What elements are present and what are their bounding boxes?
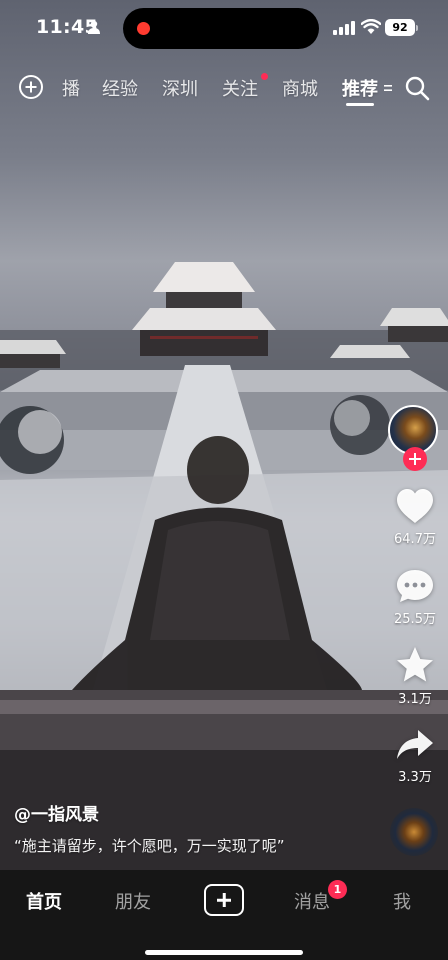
share-count: 3.3万 xyxy=(398,770,432,785)
battery-level: 92 xyxy=(385,19,415,36)
messages-badge: 1 xyxy=(328,880,347,899)
home-indicator[interactable] xyxy=(145,950,303,955)
tab-local-city[interactable]: 深圳 xyxy=(162,75,198,101)
recording-indicator-icon xyxy=(137,22,150,35)
heart-icon xyxy=(397,489,433,523)
tab-recommended[interactable]: 推荐 xyxy=(342,75,378,101)
like-button[interactable]: 64.7万 xyxy=(388,488,442,547)
battery-tip-icon xyxy=(416,25,418,31)
star-icon xyxy=(397,647,433,682)
tab-experience[interactable]: 经验 xyxy=(102,75,138,101)
cellular-signal-icon xyxy=(333,21,355,35)
follow-button[interactable] xyxy=(403,447,427,471)
favorite-button[interactable]: 3.1万 xyxy=(388,646,442,707)
active-tab-indicator xyxy=(346,103,374,106)
comment-count: 25.5万 xyxy=(394,612,436,627)
music-disc[interactable] xyxy=(390,808,438,856)
person-icon xyxy=(88,20,100,34)
video-player[interactable] xyxy=(0,0,448,870)
tab-options-icon[interactable] xyxy=(384,83,392,93)
video-caption[interactable]: “施主请留步，许个愿吧，万一实现了呢” xyxy=(14,835,285,856)
comment-icon xyxy=(397,570,433,602)
nav-home[interactable]: 首页 xyxy=(26,888,62,914)
add-circle-icon[interactable] xyxy=(19,75,43,99)
tab-mall[interactable]: 商城 xyxy=(282,75,318,101)
dynamic-island xyxy=(123,8,319,49)
bottom-nav: 首页 朋友 消息 1 我 xyxy=(0,870,448,960)
video-frame-scene xyxy=(0,262,448,870)
tab-following[interactable]: 关注 xyxy=(222,75,258,101)
tab-live[interactable]: 播 xyxy=(62,75,80,101)
nav-messages[interactable]: 消息 xyxy=(294,888,330,914)
comment-button[interactable]: 25.5万 xyxy=(388,568,442,627)
nav-me[interactable]: 我 xyxy=(393,888,411,914)
share-button[interactable]: 3.3万 xyxy=(388,728,442,785)
like-count: 64.7万 xyxy=(394,532,436,547)
favorite-count: 3.1万 xyxy=(398,692,432,707)
share-arrow-icon xyxy=(397,730,433,759)
author-handle[interactable]: @一指风景 xyxy=(14,800,99,825)
status-bar: 11:45 92 xyxy=(0,0,448,58)
following-new-dot xyxy=(261,73,268,80)
create-button[interactable] xyxy=(204,884,244,916)
wifi-icon xyxy=(361,19,381,34)
top-nav: 播 经验 深圳 关注 商城 推荐 xyxy=(0,66,448,110)
search-icon[interactable] xyxy=(404,75,430,101)
nav-friends[interactable]: 朋友 xyxy=(115,888,151,914)
